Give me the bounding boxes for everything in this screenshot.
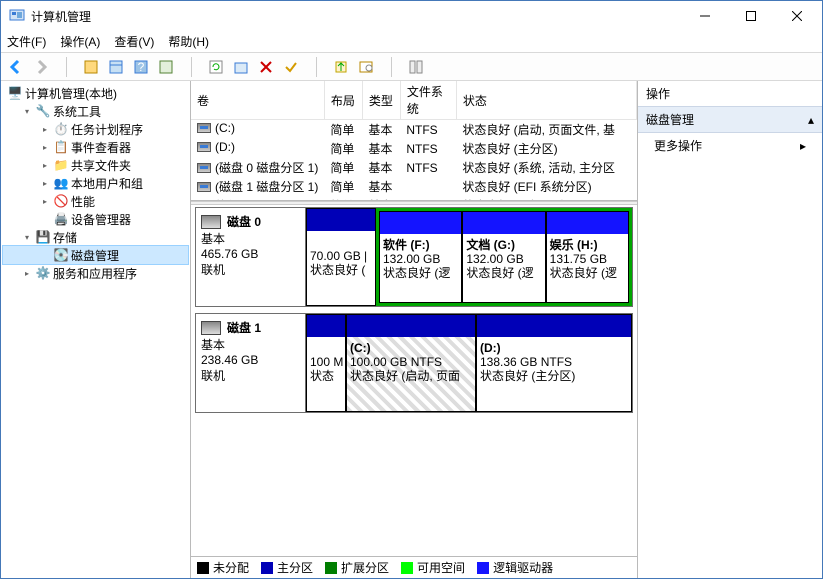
forward-button[interactable] xyxy=(30,56,52,78)
collapse-icon[interactable]: ▴ xyxy=(808,113,814,127)
actions-header: 操作 xyxy=(638,81,822,106)
partition[interactable]: 100 M状态 xyxy=(306,314,346,412)
tree-root[interactable]: 🖥️计算机管理(本地) xyxy=(3,84,188,102)
tree-item[interactable]: ▸📁共享文件夹 xyxy=(3,156,188,174)
tree-item[interactable]: ▸👥本地用户和组 xyxy=(3,174,188,192)
tree-storage[interactable]: ▾💾存储 xyxy=(3,228,188,246)
col-type[interactable]: 类型 xyxy=(362,81,400,120)
toolbar-icon[interactable] xyxy=(80,56,102,78)
legend: 未分配 主分区 扩展分区 可用空间 逻辑驱动器 xyxy=(191,556,637,578)
partition-g[interactable]: 文档 (G:)132.00 GB状态良好 (逻 xyxy=(462,211,545,303)
toolbar-icon[interactable]: ? xyxy=(130,56,152,78)
disk-icon xyxy=(201,215,221,229)
minimize-button[interactable] xyxy=(682,2,728,31)
nav-tree[interactable]: 🖥️计算机管理(本地) ▾🔧系统工具 ▸⏱️任务计划程序 ▸📋事件查看器 ▸📁共… xyxy=(1,81,191,578)
toolbar-icon[interactable] xyxy=(405,56,427,78)
maximize-button[interactable] xyxy=(728,2,774,31)
toolbar-icon[interactable] xyxy=(105,56,127,78)
disk-1[interactable]: 磁盘 1 基本 238.46 GB 联机 100 M状态 (C:)100.00 … xyxy=(195,313,633,413)
toolbar-icon[interactable] xyxy=(230,56,252,78)
tree-disk-management[interactable]: 💽磁盘管理 xyxy=(3,246,188,264)
actions-pane: 操作 磁盘管理 ▴ 更多操作 ▸ xyxy=(638,81,822,578)
partition-c[interactable]: (C:)100.00 GB NTFS状态良好 (启动, 页面 xyxy=(346,314,476,412)
col-layout[interactable]: 布局 xyxy=(324,81,362,120)
disk-icon xyxy=(201,321,221,335)
actions-section[interactable]: 磁盘管理 ▴ xyxy=(638,106,822,133)
toolbar-icon[interactable] xyxy=(280,56,302,78)
menu-action[interactable]: 操作(A) xyxy=(60,33,100,50)
volume-icon xyxy=(197,123,211,133)
delete-icon[interactable] xyxy=(255,56,277,78)
partition-f[interactable]: 软件 (F:)132.00 GB状态良好 (逻 xyxy=(379,211,462,303)
volume-row[interactable]: 软件 (F:)简单基本NTFS状态良好 (逻辑驱动器) xyxy=(191,196,637,201)
volume-row[interactable]: (磁盘 1 磁盘分区 1)简单基本状态良好 (EFI 系统分区) xyxy=(191,177,637,196)
tree-item[interactable]: ▸⏱️任务计划程序 xyxy=(3,120,188,138)
volume-row[interactable]: (D:)简单基本NTFS状态良好 (主分区) xyxy=(191,139,637,158)
volume-icon xyxy=(197,182,211,192)
partition-d[interactable]: (D:)138.36 GB NTFS状态良好 (主分区) xyxy=(476,314,632,412)
partition[interactable]: 70.00 GB |状态良好 ( xyxy=(306,208,376,306)
volume-icon xyxy=(197,163,211,173)
menu-help[interactable]: 帮助(H) xyxy=(168,33,209,50)
tree-item[interactable]: ▸🚫性能 xyxy=(3,192,188,210)
close-button[interactable] xyxy=(774,2,820,31)
partition-h[interactable]: 娱乐 (H:)131.75 GB状态良好 (逻 xyxy=(546,211,629,303)
extended-partition[interactable]: 软件 (F:)132.00 GB状态良好 (逻 文档 (G:)132.00 GB… xyxy=(376,208,632,306)
disk-0[interactable]: 磁盘 0 基本 465.76 GB 联机 70.00 GB |状态良好 ( xyxy=(195,207,633,307)
toolbar-icon[interactable] xyxy=(355,56,377,78)
disk-info: 磁盘 0 基本 465.76 GB 联机 xyxy=(196,208,306,306)
toolbar-icon[interactable] xyxy=(155,56,177,78)
col-status[interactable]: 状态 xyxy=(456,81,636,120)
menu-file[interactable]: 文件(F) xyxy=(7,33,46,50)
more-actions[interactable]: 更多操作 ▸ xyxy=(638,133,822,158)
disk-info: 磁盘 1 基本 238.46 GB 联机 xyxy=(196,314,306,412)
toolbar-icon[interactable] xyxy=(330,56,352,78)
refresh-icon[interactable] xyxy=(205,56,227,78)
app-icon xyxy=(9,8,25,24)
tree-services[interactable]: ▸⚙️服务和应用程序 xyxy=(3,264,188,282)
volume-icon xyxy=(197,142,211,152)
tree-item[interactable]: ▸📋事件查看器 xyxy=(3,138,188,156)
tree-item[interactable]: 🖨️设备管理器 xyxy=(3,210,188,228)
col-volume[interactable]: 卷 xyxy=(191,81,324,120)
window-title: 计算机管理 xyxy=(31,8,682,25)
col-fs[interactable]: 文件系统 xyxy=(400,81,456,120)
volume-row[interactable]: (C:)简单基本NTFS状态良好 (启动, 页面文件, 基 xyxy=(191,120,637,140)
menu-view[interactable]: 查看(V) xyxy=(114,33,154,50)
back-button[interactable] xyxy=(5,56,27,78)
volume-row[interactable]: (磁盘 0 磁盘分区 1)简单基本NTFS状态良好 (系统, 活动, 主分区 xyxy=(191,158,637,177)
volume-list[interactable]: 卷 布局 类型 文件系统 状态 (C:)简单基本NTFS状态良好 (启动, 页面… xyxy=(191,81,637,201)
tree-system-tools[interactable]: ▾🔧系统工具 xyxy=(3,102,188,120)
svg-text:?: ? xyxy=(138,60,145,74)
volume-icon xyxy=(197,201,211,202)
chevron-right-icon: ▸ xyxy=(800,139,806,153)
